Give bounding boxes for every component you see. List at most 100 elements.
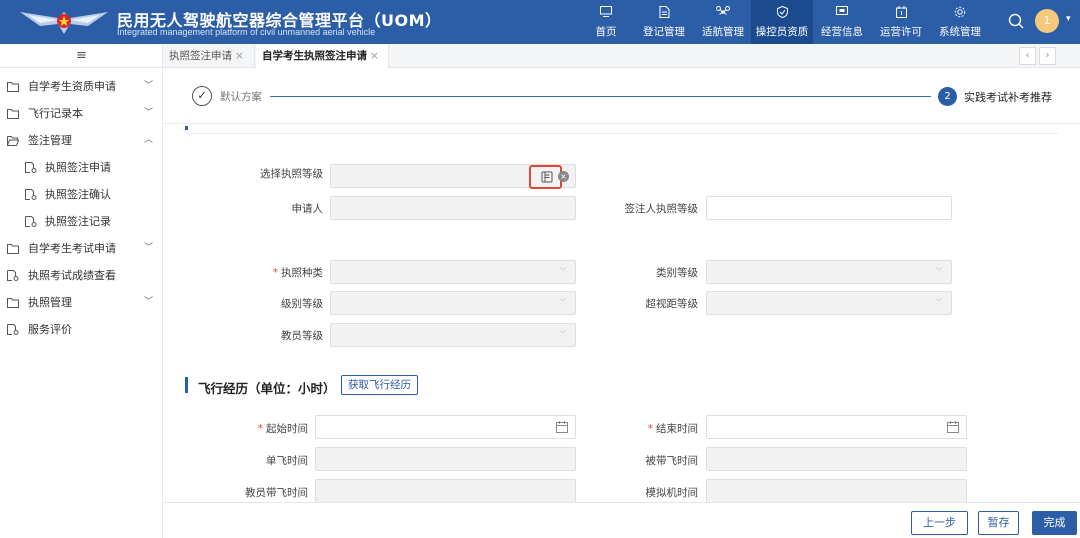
previous-step-button[interactable]: 上一步 bbox=[911, 511, 968, 535]
end-time-picker[interactable] bbox=[706, 415, 967, 439]
monitor-icon bbox=[586, 6, 626, 22]
folder-icon bbox=[7, 82, 19, 92]
nav-operation-permit-label: 运营许可 bbox=[880, 26, 922, 38]
nav-system-management[interactable]: 系统管理 bbox=[934, 0, 986, 44]
nav-registration[interactable]: 登记管理 bbox=[638, 0, 690, 44]
book-select-icon[interactable] bbox=[541, 171, 553, 183]
action-footer: 上一步 暂存 完成 bbox=[163, 502, 1080, 538]
chevron-down-icon: ﹀ bbox=[144, 81, 154, 91]
app-subtitle: Integrated management platform of civil … bbox=[117, 27, 376, 37]
caac-wings-logo-icon bbox=[20, 12, 108, 34]
sidebar-item-flight-logbook[interactable]: 飞行记录本 ﹀ bbox=[0, 100, 163, 127]
menu-toggle-icon[interactable]: ≡ bbox=[0, 44, 163, 68]
step-2-number: 2 bbox=[938, 87, 957, 106]
endorser-level-label: 签注人执照等级 bbox=[624, 203, 699, 215]
nav-operation-permit[interactable]: 运营许可 bbox=[875, 0, 927, 44]
required-mark: * bbox=[257, 423, 263, 435]
section-marker bbox=[185, 126, 188, 130]
endorser-level-field[interactable] bbox=[706, 196, 952, 220]
tab-scroll-right-icon[interactable]: › bbox=[1039, 47, 1056, 65]
document-gear-icon bbox=[7, 324, 19, 335]
more-icon[interactable]: ··· bbox=[1064, 0, 1080, 24]
nav-home-label: 首页 bbox=[595, 26, 617, 38]
license-type-select[interactable]: ﹀ bbox=[330, 260, 576, 284]
bvlos-level-select[interactable]: ﹀ bbox=[706, 291, 952, 315]
sidebar-item-self-study-qualification[interactable]: 自学考生资质申请 ﹀ bbox=[0, 73, 163, 100]
simulator-time-label: 模拟机时间 bbox=[645, 487, 699, 499]
close-icon[interactable]: × bbox=[370, 50, 379, 62]
class-level-select[interactable]: ﹀ bbox=[330, 291, 576, 315]
license-type-text: 执照种类 bbox=[281, 267, 323, 279]
chevron-down-icon: ﹀ bbox=[144, 297, 154, 307]
tab-label: 执照签注申请 bbox=[169, 50, 232, 62]
folder-icon bbox=[7, 244, 19, 254]
close-icon[interactable]: × bbox=[235, 50, 244, 62]
section-divider bbox=[185, 133, 1058, 134]
instructor-level-label: 教员等级 bbox=[281, 330, 323, 342]
sidebar-item-license-management[interactable]: 执照管理 ﹀ bbox=[0, 289, 163, 316]
sidebar-item-label: 执照管理 bbox=[28, 296, 72, 309]
license-level-label: 选择执照等级 bbox=[260, 168, 323, 180]
sidebar-item-label: 执照考试成绩查看 bbox=[28, 269, 116, 282]
category-level-label: 类别等级 bbox=[656, 267, 698, 279]
tab-bar: 执照签注申请 × 自学考生执照签注申请 × ‹ › bbox=[163, 44, 1080, 68]
sidebar-item-endorsement-records[interactable]: 执照签注记录 bbox=[0, 208, 163, 235]
document-gear-icon bbox=[25, 216, 37, 227]
chevron-down-icon: ﹀ bbox=[935, 298, 943, 307]
required-mark: * bbox=[272, 267, 278, 279]
simulator-time-field bbox=[706, 479, 967, 502]
chevron-down-icon: ﹀ bbox=[559, 267, 567, 276]
clear-icon[interactable]: × bbox=[558, 171, 569, 182]
dual-time-field bbox=[706, 447, 967, 471]
nav-airworthiness[interactable]: 适航管理 bbox=[697, 0, 749, 44]
tab-self-study-endorsement[interactable]: 自学考生执照签注申请 × bbox=[256, 44, 389, 68]
permit-icon bbox=[875, 6, 927, 22]
step-indicator: ✓ 默认方案 2 实践考试补考推荐 bbox=[163, 68, 1080, 124]
instructor-time-field bbox=[315, 479, 576, 502]
nav-system-management-label: 系统管理 bbox=[939, 26, 981, 38]
sidebar-item-label: 执照签注申请 bbox=[45, 161, 111, 174]
document-icon bbox=[638, 6, 690, 22]
tab-endorsement-application[interactable]: 执照签注申请 × bbox=[163, 44, 255, 68]
sidebar-item-endorsement-confirmation[interactable]: 执照签注确认 bbox=[0, 181, 163, 208]
end-time-text: 结束时间 bbox=[656, 423, 698, 435]
license-type-label: * 执照种类 bbox=[223, 265, 323, 280]
step-1-label: 默认方案 bbox=[220, 91, 262, 103]
instructor-level-select[interactable]: ﹀ bbox=[330, 323, 576, 347]
nav-operator-qualification-label: 操控员资质 bbox=[755, 26, 809, 38]
drone-icon bbox=[697, 6, 749, 22]
chevron-down-icon: ﹀ bbox=[935, 267, 943, 276]
category-level-select[interactable]: ﹀ bbox=[706, 260, 952, 284]
user-avatar[interactable]: 1 bbox=[1035, 9, 1059, 33]
sidebar-item-label: 执照签注记录 bbox=[45, 215, 111, 228]
calendar-icon bbox=[947, 421, 959, 433]
dual-time-label: 被带飞时间 bbox=[645, 455, 699, 467]
chevron-down-icon: ﹀ bbox=[144, 243, 154, 253]
start-time-label: * 起始时间 bbox=[223, 421, 308, 436]
sidebar-item-exam-results[interactable]: 执照考试成绩查看 bbox=[0, 262, 163, 289]
search-icon[interactable] bbox=[1007, 12, 1025, 30]
flight-experience-title: 飞行经历（单位：小时） bbox=[198, 381, 336, 396]
sidebar-item-label: 飞行记录本 bbox=[28, 107, 83, 120]
nav-home[interactable]: 首页 bbox=[586, 0, 626, 44]
fetch-flight-experience-button[interactable]: 获取飞行经历 bbox=[341, 375, 418, 395]
sidebar-item-endorsement-application[interactable]: 执照签注申请 bbox=[0, 154, 163, 181]
section-marker bbox=[185, 377, 188, 393]
nav-operator-qualification[interactable]: 操控员资质 bbox=[751, 0, 813, 44]
solo-time-label: 单飞时间 bbox=[266, 455, 308, 467]
start-time-picker[interactable] bbox=[315, 415, 576, 439]
sidebar-item-label: 自学考生考试申请 bbox=[28, 242, 116, 255]
end-time-label: * 结束时间 bbox=[603, 421, 698, 436]
save-draft-button[interactable]: 暂存 bbox=[978, 511, 1019, 535]
sidebar-item-service-evaluation[interactable]: 服务评价 bbox=[0, 316, 163, 343]
folder-open-icon bbox=[7, 136, 19, 146]
finish-button[interactable]: 完成 bbox=[1032, 511, 1077, 535]
nav-business-info[interactable]: 经营信息 bbox=[816, 0, 868, 44]
sidebar-item-label: 自学考生资质申请 bbox=[28, 80, 116, 93]
sidebar-item-endorsement-management[interactable]: 签注管理 ︿ bbox=[0, 127, 163, 154]
sidebar-item-self-study-exam[interactable]: 自学考生考试申请 ﹀ bbox=[0, 235, 163, 262]
start-time-text: 起始时间 bbox=[266, 423, 308, 435]
top-header: 民用无人驾驶航空器综合管理平台（UOM） Integrated manageme… bbox=[0, 0, 1080, 44]
applicant-label: 申请人 bbox=[291, 203, 324, 215]
tab-scroll-left-icon[interactable]: ‹ bbox=[1019, 47, 1036, 65]
